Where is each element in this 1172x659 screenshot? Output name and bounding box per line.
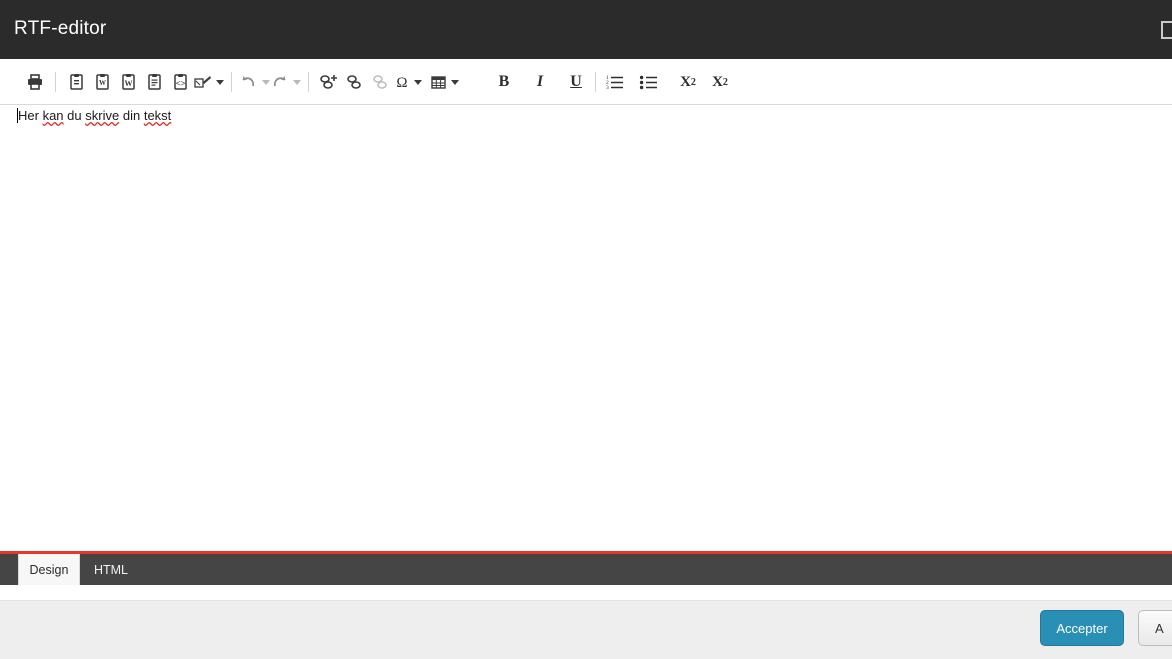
paste-word-clean-button[interactable]: W bbox=[115, 67, 141, 97]
word-tekst: tekst bbox=[143, 108, 172, 123]
svg-text:Ω: Ω bbox=[396, 75, 407, 91]
special-character-button[interactable]: Ω bbox=[394, 67, 422, 97]
dialog-footer bbox=[0, 600, 1172, 659]
paste-from-word-button[interactable]: W bbox=[89, 67, 115, 97]
window-titlebar: RTF-editor bbox=[0, 0, 1172, 59]
undo-button[interactable] bbox=[239, 67, 270, 97]
svg-text:W: W bbox=[124, 79, 132, 88]
paste-word-clean-icon: W bbox=[120, 73, 137, 91]
superscript-value: 2 bbox=[722, 76, 728, 88]
toolbar-separator bbox=[231, 72, 232, 92]
redo-button[interactable] bbox=[270, 67, 301, 97]
table-icon bbox=[430, 74, 447, 91]
printer-icon bbox=[26, 73, 44, 91]
toolbar-separator bbox=[595, 72, 596, 92]
format-painter-button[interactable] bbox=[193, 67, 224, 97]
link-edit-icon bbox=[345, 73, 365, 91]
paste-html-button[interactable]: <> bbox=[167, 67, 193, 97]
link-add-icon bbox=[319, 73, 339, 91]
cancel-button[interactable]: A bbox=[1138, 610, 1172, 646]
accept-button[interactable]: Accepter bbox=[1040, 610, 1124, 646]
paste-word-icon: W bbox=[94, 73, 111, 91]
tab-design[interactable]: Design bbox=[18, 554, 80, 585]
paste-plain-text-button[interactable] bbox=[141, 67, 167, 97]
page-title: RTF-editor bbox=[14, 18, 107, 39]
chevron-down-icon[interactable] bbox=[216, 79, 224, 85]
cutoff-bottom-text bbox=[300, 654, 820, 659]
word-din: din bbox=[122, 108, 141, 123]
italic-button[interactable]: I bbox=[527, 67, 553, 97]
chevron-down-icon[interactable] bbox=[451, 79, 459, 85]
paste-button[interactable] bbox=[63, 67, 89, 97]
svg-text:<>: <> bbox=[175, 80, 185, 89]
editor-toolbar: W W <> Ω B I U 1 2 3 X 2 X 2 bbox=[0, 59, 1172, 167]
toolbar-separator bbox=[308, 72, 309, 92]
superscript-button[interactable]: X2 bbox=[706, 67, 734, 97]
word-skrive: skrive bbox=[85, 108, 120, 123]
paste-icon bbox=[68, 73, 85, 91]
link-remove-icon bbox=[371, 73, 391, 91]
svg-text:W: W bbox=[99, 79, 106, 87]
insert-table-button[interactable] bbox=[430, 67, 459, 97]
svg-text:3: 3 bbox=[606, 85, 609, 91]
chevron-down-icon[interactable] bbox=[293, 79, 301, 85]
redo-icon bbox=[270, 73, 289, 91]
numbered-list-icon: 1 2 3 bbox=[605, 73, 625, 91]
edit-link-button[interactable] bbox=[342, 67, 368, 97]
bulleted-list-button[interactable] bbox=[636, 67, 662, 97]
word-du: du bbox=[67, 108, 82, 123]
bold-button[interactable]: B bbox=[491, 67, 517, 97]
bulleted-list-icon bbox=[639, 73, 659, 91]
omega-icon: Ω bbox=[394, 73, 410, 91]
rtf-content-area[interactable]: Her kan du skrive din tekst bbox=[0, 105, 1172, 552]
superscript-label: X bbox=[712, 73, 723, 90]
chevron-down-icon[interactable] bbox=[414, 79, 422, 85]
undo-icon bbox=[239, 73, 258, 91]
numbered-list-button[interactable]: 1 2 3 bbox=[602, 67, 628, 97]
subscript-value: 2 bbox=[690, 76, 696, 88]
chevron-down-icon[interactable] bbox=[262, 79, 270, 85]
print-button[interactable] bbox=[22, 67, 48, 97]
rtf-editor-window: RTF-editor W W <> Ω B I U 1 2 3 X 2 X 2 … bbox=[0, 0, 1172, 659]
tab-html[interactable]: HTML bbox=[81, 554, 141, 585]
insert-link-button[interactable] bbox=[316, 67, 342, 97]
remove-link-button[interactable] bbox=[368, 67, 394, 97]
subscript-label: X bbox=[680, 73, 691, 90]
format-painter-icon bbox=[193, 73, 212, 91]
paste-html-icon: <> bbox=[172, 73, 189, 91]
underline-button[interactable]: U bbox=[563, 67, 589, 97]
toolbar-separator bbox=[55, 72, 56, 92]
word-kan: kan bbox=[42, 108, 64, 123]
editor-mode-tabs: Design HTML bbox=[0, 554, 1172, 585]
subscript-button[interactable]: X2 bbox=[674, 67, 702, 97]
paste-text-icon bbox=[146, 73, 163, 91]
editor-text: Her kan du skrive din tekst bbox=[18, 108, 171, 123]
word-her: Her bbox=[18, 108, 39, 123]
window-restore-icon[interactable] bbox=[1161, 21, 1172, 39]
